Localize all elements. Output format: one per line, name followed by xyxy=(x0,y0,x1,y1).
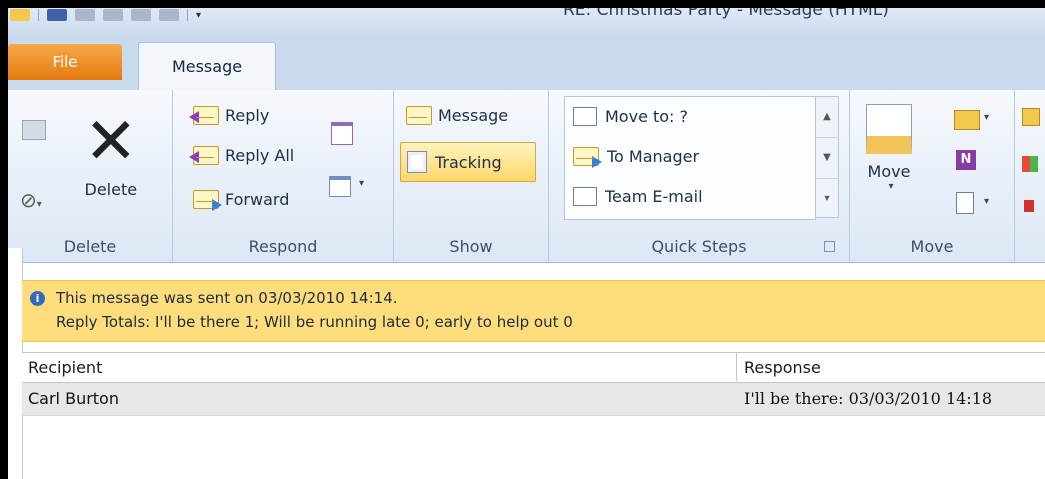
up-arrow-icon[interactable] xyxy=(131,9,151,21)
tracking-table: Recipient Response Carl Burton I'll be t… xyxy=(22,352,1045,479)
forward-icon xyxy=(193,190,222,211)
quick-steps-launcher-icon[interactable] xyxy=(824,241,835,252)
message-icon xyxy=(406,106,432,125)
team-email-icon xyxy=(573,187,597,206)
more-respond-dropdown-icon[interactable]: ▾ xyxy=(359,178,364,189)
rules-dropdown-icon[interactable]: ▾ xyxy=(984,112,989,123)
color-category-icon[interactable] xyxy=(1022,156,1038,172)
more-respond-icon[interactable] xyxy=(329,176,351,197)
onenote-icon[interactable]: N xyxy=(956,150,976,170)
column-header-recipient[interactable]: Recipient xyxy=(28,358,102,377)
scroll-up-icon[interactable]: ▲ xyxy=(816,97,838,138)
info-reply-totals: Reply Totals: I'll be there 1; Will be r… xyxy=(56,313,573,331)
reply-all-icon xyxy=(189,146,219,165)
tab-message[interactable]: Message xyxy=(138,42,276,90)
quick-step-move-to[interactable]: Move to: ? xyxy=(573,107,688,126)
recipient-cell: Carl Burton xyxy=(28,389,119,408)
ribbon: ⊘▾ ✕ Delete Delete Reply Reply All Forwa… xyxy=(8,90,1045,263)
move-dropdown-icon: ▾ xyxy=(888,181,894,192)
quick-step-team-email[interactable]: Team E-mail xyxy=(573,187,703,206)
group-label-move: Move xyxy=(910,237,954,256)
group-label-show: Show xyxy=(449,237,493,256)
reply-button[interactable]: Reply xyxy=(189,106,269,125)
save-icon[interactable] xyxy=(47,9,67,21)
info-bar: i This message was sent on 03/03/2010 14… xyxy=(22,280,1045,342)
group-label-delete: Delete xyxy=(63,237,117,256)
group-respond: Reply Reply All Forward ▾ Respond xyxy=(173,90,394,262)
move-to-icon xyxy=(573,107,597,126)
delete-button[interactable]: ✕ Delete xyxy=(84,110,138,199)
title-bar: ▾ RE: Christmas Party - Message (HTML) xyxy=(8,8,1045,38)
customize-toolbar-icon[interactable]: ▾ xyxy=(196,10,201,21)
quick-steps-scroller[interactable]: ▲ ▼ ▾ xyxy=(815,96,839,218)
forward-button[interactable]: Forward xyxy=(193,190,289,211)
reply-icon xyxy=(189,106,219,125)
window-title: RE: Christmas Party - Message (HTML) xyxy=(563,8,889,20)
tracking-icon xyxy=(407,151,427,173)
ignore-icon[interactable] xyxy=(22,120,46,140)
follow-up-flag-icon[interactable] xyxy=(1024,200,1034,212)
redo-icon[interactable] xyxy=(103,9,123,21)
toolbar-divider xyxy=(187,9,188,21)
tab-file[interactable]: File xyxy=(8,44,122,80)
outlook-envelope-icon[interactable] xyxy=(10,9,30,21)
response-cell: I'll be there: 03/03/2010 14:18 xyxy=(744,389,993,408)
undo-icon[interactable] xyxy=(75,9,95,21)
outlook-message-window: ▾ RE: Christmas Party - Message (HTML) F… xyxy=(8,8,1045,479)
move-button[interactable]: Move ▾ xyxy=(866,104,912,192)
group-move: Move ▾ ▾ N ▾ Move xyxy=(850,90,1015,262)
delete-x-icon: ✕ xyxy=(84,105,138,179)
actions-icon[interactable] xyxy=(956,192,974,214)
quick-steps-gallery: Move to: ? To Manager Team E-mail xyxy=(564,96,816,220)
ribbon-tabs: File Message xyxy=(8,38,1045,90)
group-label-respond: Respond xyxy=(248,237,318,256)
quick-access-toolbar: ▾ xyxy=(10,8,201,22)
meeting-calendar-icon[interactable] xyxy=(331,122,353,145)
to-manager-icon xyxy=(573,147,602,168)
table-header: Recipient Response xyxy=(22,353,1045,383)
actions-dropdown-icon[interactable]: ▾ xyxy=(984,196,989,207)
group-label-quick-steps: Quick Steps xyxy=(651,237,747,256)
down-arrow-icon[interactable] xyxy=(159,9,179,21)
move-folder-icon xyxy=(866,104,912,154)
reading-pane-edge xyxy=(8,248,23,479)
table-row[interactable]: Carl Burton I'll be there: 03/03/2010 14… xyxy=(22,383,1045,416)
reply-all-button[interactable]: Reply All xyxy=(189,146,294,165)
tracking-button[interactable]: Tracking xyxy=(400,142,536,182)
junk-icon[interactable]: ⊘▾ xyxy=(20,188,42,212)
toolbar-divider xyxy=(38,9,39,21)
show-message-button[interactable]: Message xyxy=(406,106,508,125)
gallery-expand-icon[interactable]: ▾ xyxy=(816,179,838,219)
tags-group-partial xyxy=(1016,108,1045,218)
scroll-down-icon[interactable]: ▼ xyxy=(816,138,838,179)
group-delete: ⊘▾ ✕ Delete Delete xyxy=(8,90,173,262)
column-header-response[interactable]: Response xyxy=(744,358,821,377)
info-icon: i xyxy=(30,291,45,306)
info-sent-text: This message was sent on 03/03/2010 14:1… xyxy=(56,289,398,307)
column-divider[interactable] xyxy=(736,353,737,381)
category-icon[interactable] xyxy=(1022,108,1040,126)
rules-icon[interactable] xyxy=(954,110,980,130)
quick-step-to-manager[interactable]: To Manager xyxy=(573,147,699,168)
